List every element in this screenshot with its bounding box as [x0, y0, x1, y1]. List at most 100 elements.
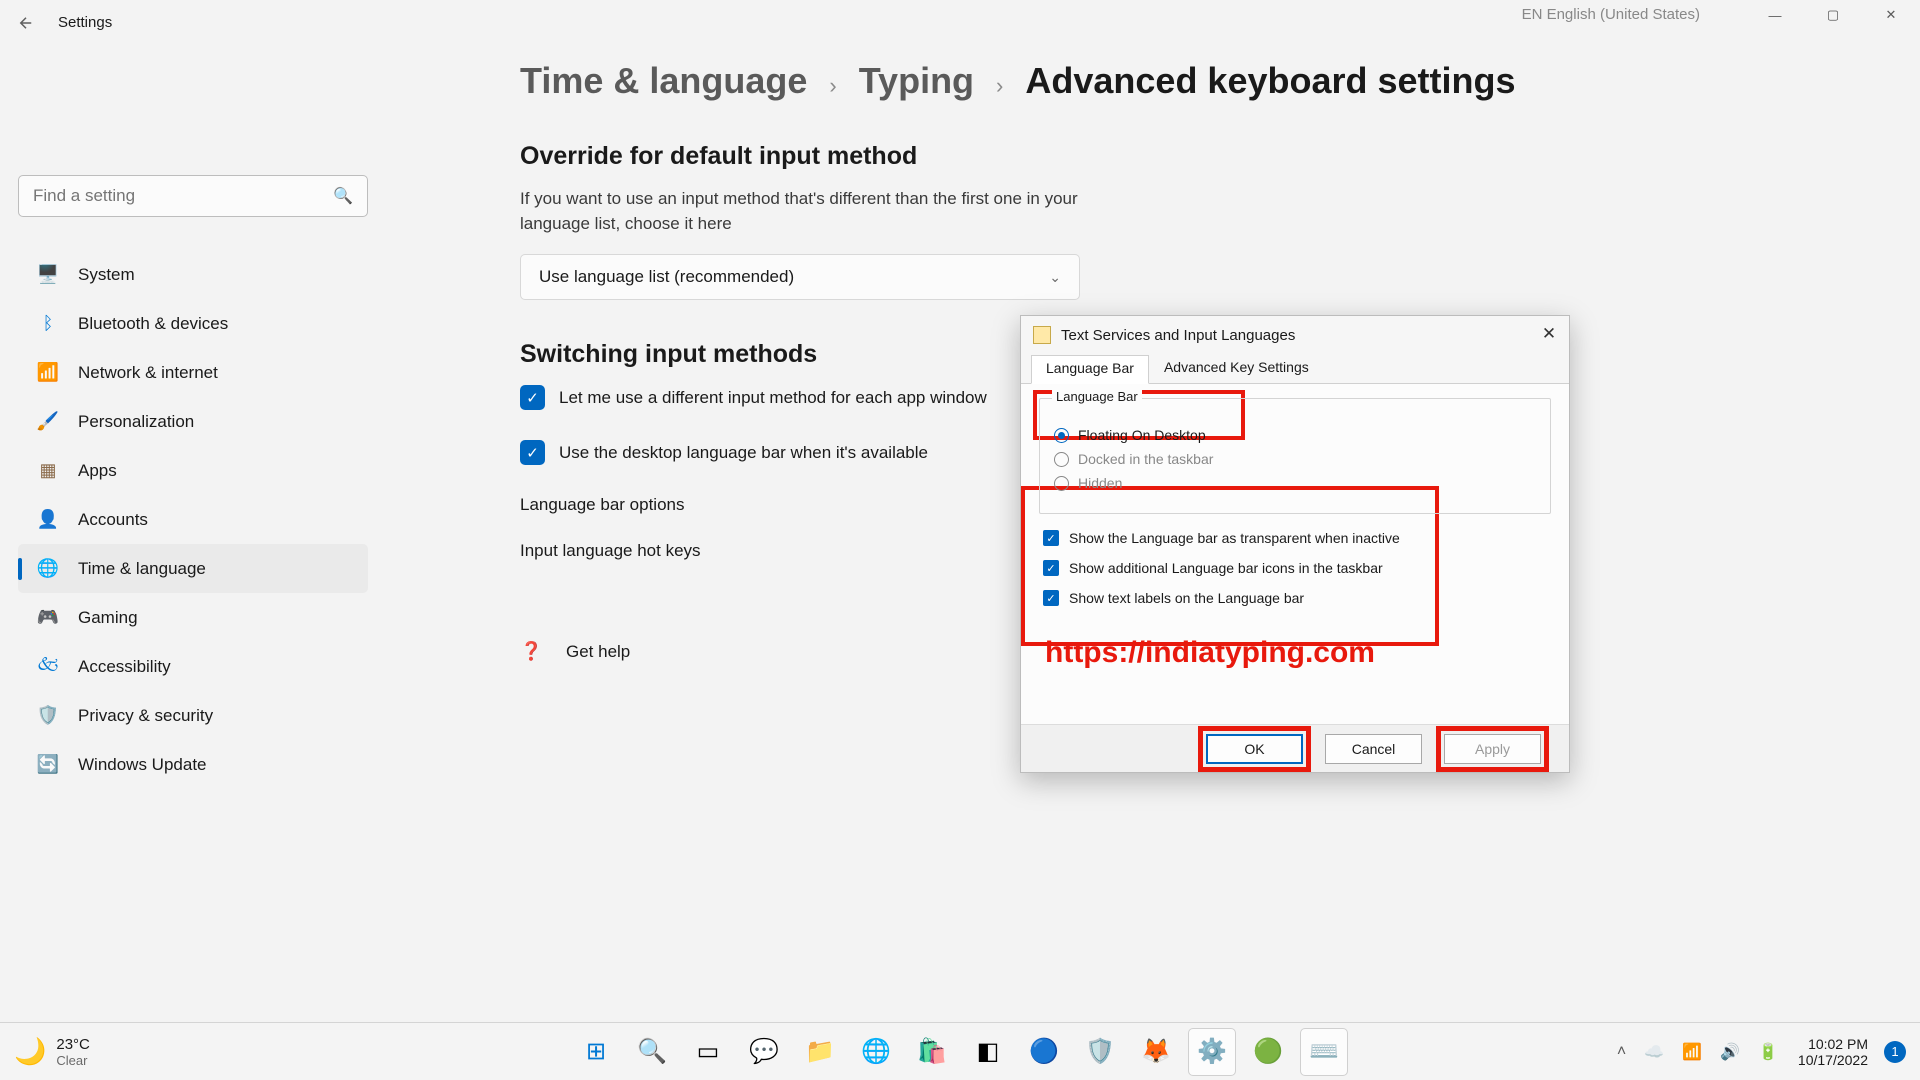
checkbox-text-labels[interactable]: ✓ Show text labels on the Language bar: [1043, 590, 1551, 606]
settings-icon[interactable]: ⚙️: [1188, 1028, 1236, 1076]
input-method-dropdown[interactable]: Use language list (recommended) ⌄: [520, 254, 1080, 300]
dialog-titlebar[interactable]: Text Services and Input Languages ✕: [1021, 316, 1569, 354]
radio-label: Hidden: [1078, 475, 1122, 491]
wifi-icon: 📶: [36, 361, 60, 385]
app-icon[interactable]: ◧: [964, 1028, 1012, 1076]
radio-floating-on-desktop[interactable]: Floating On Desktop: [1054, 427, 1536, 443]
sidebar-item-label: System: [78, 265, 135, 285]
help-icon: ❓: [520, 641, 542, 663]
checkbox-transparent-inactive[interactable]: ✓ Show the Language bar as transparent w…: [1043, 530, 1551, 546]
sidebar-item-accessibility[interactable]: 🙵Accessibility: [18, 642, 368, 691]
checkbox-label: Use the desktop language bar when it's a…: [559, 443, 928, 463]
radio-icon: [1054, 476, 1069, 491]
search-button[interactable]: 🔍: [628, 1028, 676, 1076]
watermark-text: https://indiatyping.com: [1045, 636, 1551, 670]
dialog-close-button[interactable]: ✕: [1537, 322, 1561, 346]
checkbox-icon: ✓: [520, 385, 545, 410]
checkbox-label: Show the Language bar as transparent whe…: [1069, 530, 1400, 546]
group-title: Language Bar: [1052, 389, 1142, 404]
sidebar-item-system[interactable]: 🖥️System: [18, 250, 368, 299]
taskbar: 🌙 23°C Clear ⊞ 🔍 ▭ 💬 📁 🌐 🛍️ ◧ 🔵 🛡️ 🦊 ⚙️ …: [0, 1022, 1920, 1080]
maximize-button[interactable]: ▢: [1804, 0, 1862, 30]
clock-date: 10/17/2022: [1798, 1052, 1868, 1068]
checkbox-label: Show additional Language bar icons in th…: [1069, 560, 1383, 576]
radio-hidden[interactable]: Hidden: [1054, 475, 1536, 491]
weather-condition: Clear: [56, 1053, 90, 1068]
breadcrumb-time-language[interactable]: Time & language: [520, 60, 807, 102]
gamepad-icon: 🎮: [36, 606, 60, 630]
text-services-dialog: Text Services and Input Languages ✕ Lang…: [1020, 315, 1570, 773]
titlebar: Settings EN English (United States) — ▢ …: [0, 0, 1920, 45]
highlight-annotation: Apply: [1436, 726, 1549, 772]
person-icon: 👤: [36, 508, 60, 532]
radio-docked-taskbar[interactable]: Docked in the taskbar: [1054, 451, 1536, 467]
wifi-icon[interactable]: 📶: [1678, 1038, 1706, 1066]
app-title: Settings: [58, 14, 112, 31]
keyboard-icon[interactable]: ⌨️: [1300, 1028, 1348, 1076]
clock-time: 10:02 PM: [1808, 1036, 1868, 1052]
search-input[interactable]: [33, 186, 333, 206]
cancel-button[interactable]: Cancel: [1325, 734, 1422, 764]
checkbox-icon: ✓: [520, 440, 545, 465]
sidebar-item-bluetooth[interactable]: ᛒBluetooth & devices: [18, 299, 368, 348]
clock[interactable]: 10:02 PM 10/17/2022: [1798, 1036, 1868, 1068]
taskbar-apps: ⊞ 🔍 ▭ 💬 📁 🌐 🛍️ ◧ 🔵 🛡️ 🦊 ⚙️ 🟢 ⌨️: [572, 1028, 1348, 1076]
weather-widget[interactable]: 🌙 23°C Clear: [14, 1036, 90, 1068]
task-view-button[interactable]: ▭: [684, 1028, 732, 1076]
battery-icon[interactable]: 🔋: [1754, 1038, 1782, 1066]
sidebar-item-windows-update[interactable]: 🔄Windows Update: [18, 740, 368, 789]
sidebar-item-time-language[interactable]: 🌐Time & language: [18, 544, 368, 593]
chevron-right-icon: ›: [829, 73, 836, 99]
language-indicator[interactable]: EN English (United States): [1512, 2, 1710, 27]
apply-button[interactable]: Apply: [1444, 734, 1541, 764]
radio-label: Docked in the taskbar: [1078, 451, 1213, 467]
minimize-button[interactable]: —: [1746, 0, 1804, 30]
sidebar-item-apps[interactable]: ▦Apps: [18, 446, 368, 495]
chevron-right-icon: ›: [996, 73, 1003, 99]
store-icon[interactable]: 🛍️: [908, 1028, 956, 1076]
language-bar-group: Language Bar Floating On Desktop Docked …: [1039, 398, 1551, 514]
dialog-footer: OK Cancel Apply: [1021, 724, 1569, 772]
notification-badge[interactable]: 1: [1884, 1041, 1906, 1063]
edge-icon[interactable]: 🌐: [852, 1028, 900, 1076]
dialog-title: Text Services and Input Languages: [1061, 327, 1295, 344]
checkbox-label: Let me use a different input method for …: [559, 388, 987, 408]
start-button[interactable]: ⊞: [572, 1028, 620, 1076]
volume-icon[interactable]: 🔊: [1716, 1038, 1744, 1066]
file-explorer-icon[interactable]: 📁: [796, 1028, 844, 1076]
app-icon[interactable]: 🔵: [1020, 1028, 1068, 1076]
sidebar-item-gaming[interactable]: 🎮 Gaming: [18, 593, 368, 642]
back-button[interactable]: [14, 11, 38, 35]
sidebar-item-label: Gaming: [78, 608, 138, 628]
bluetooth-icon: ᛒ: [36, 312, 60, 336]
ok-button[interactable]: OK: [1206, 734, 1303, 764]
weather-temp: 23°C: [56, 1036, 90, 1053]
highlight-annotation: OK: [1198, 726, 1311, 772]
breadcrumb-typing[interactable]: Typing: [859, 60, 974, 102]
apps-icon: ▦: [36, 459, 60, 483]
dropdown-value: Use language list (recommended): [539, 267, 794, 287]
checkbox-additional-icons[interactable]: ✓ Show additional Language bar icons in …: [1043, 560, 1551, 576]
sidebar-item-network[interactable]: 📶 Network & internet: [18, 348, 368, 397]
mcafee-icon[interactable]: 🛡️: [1076, 1028, 1124, 1076]
chrome-icon[interactable]: 🟢: [1244, 1028, 1292, 1076]
shield-icon: 🛡️: [36, 704, 60, 728]
checkbox-icon: ✓: [1043, 530, 1059, 546]
close-button[interactable]: ✕: [1862, 0, 1920, 30]
sidebar-item-personalization[interactable]: 🖌️Personalization: [18, 397, 368, 446]
tab-language-bar[interactable]: Language Bar: [1031, 355, 1149, 384]
checkbox-icon: ✓: [1043, 560, 1059, 576]
sidebar-item-privacy[interactable]: 🛡️Privacy & security: [18, 691, 368, 740]
teams-icon[interactable]: 💬: [740, 1028, 788, 1076]
search-box[interactable]: 🔍: [18, 175, 368, 217]
update-icon: 🔄: [36, 753, 60, 777]
tray-overflow-icon[interactable]: ˄: [1613, 1039, 1630, 1065]
firefox-icon[interactable]: 🦊: [1132, 1028, 1180, 1076]
onedrive-icon[interactable]: ☁️: [1640, 1038, 1668, 1066]
sidebar-item-label: Network & internet: [78, 363, 218, 383]
tab-advanced-key-settings[interactable]: Advanced Key Settings: [1149, 354, 1324, 383]
sidebar-item-label: Time & language: [78, 559, 206, 579]
sidebar-item-label: Accessibility: [78, 657, 171, 677]
dialog-body: Language Bar Floating On Desktop Docked …: [1021, 384, 1569, 724]
sidebar-item-accounts[interactable]: 👤Accounts: [18, 495, 368, 544]
